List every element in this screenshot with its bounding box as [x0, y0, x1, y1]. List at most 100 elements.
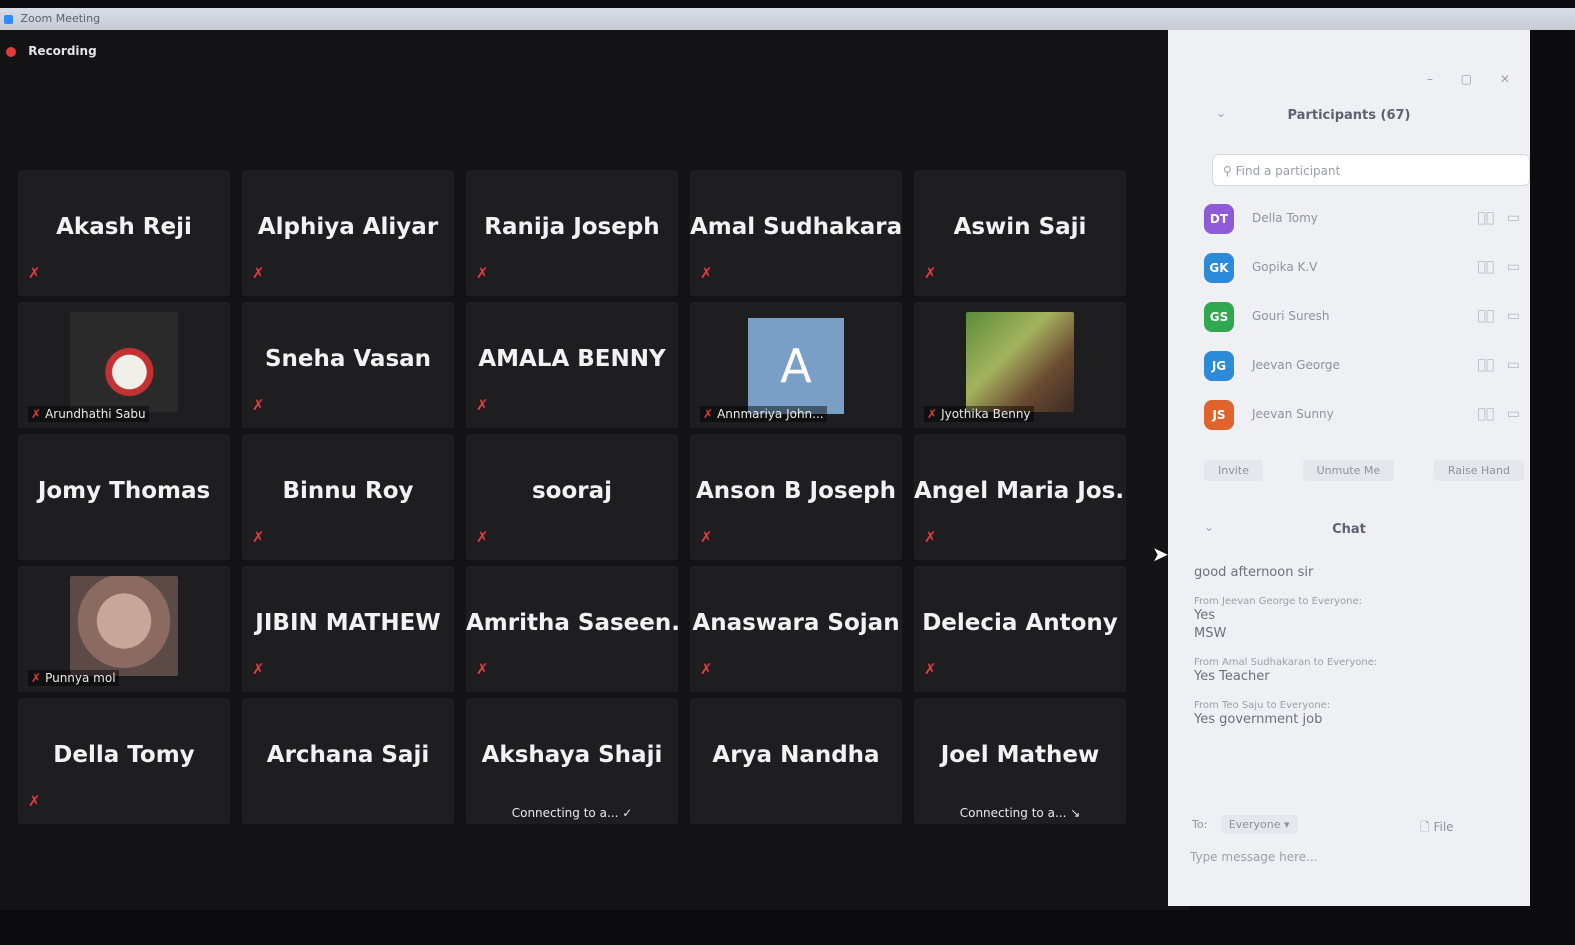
- participant-list: DT Della Tomy 🎙⃠ ▭ GK Gopika K.V 🎙⃠ ▭ GS Gouri …: [1204, 198, 1524, 443]
- video-tile[interactable]: ✗ Jyothika Benny: [914, 302, 1126, 428]
- participant-name: Arya Nandha: [712, 742, 880, 768]
- chat-message-input[interactable]: Type message here...: [1190, 850, 1318, 864]
- recording-indicator[interactable]: Recording: [6, 44, 97, 58]
- window-controls[interactable]: – ▢ ✕: [1427, 72, 1522, 86]
- participant-list-name: Jeevan Sunny: [1252, 407, 1334, 421]
- video-tile[interactable]: Jomy Thomas: [18, 434, 230, 560]
- video-tile[interactable]: Arya Nandha: [690, 698, 902, 824]
- video-tile[interactable]: Amal Sudhakaran ✗: [690, 170, 902, 296]
- participant-label: ✗ Annmariya John...: [700, 406, 827, 422]
- video-tile[interactable]: Delecia Antony ✗: [914, 566, 1126, 692]
- mouse-cursor-icon: ➤: [1152, 542, 1169, 566]
- gallery-grid: Akash Reji ✗ Alphiya Aliyar ✗ Ranija Joseph ✗…: [18, 170, 1126, 824]
- participant-avatar: DT: [1204, 204, 1234, 234]
- participant-label-text: Arundhathi Sabu: [45, 407, 146, 421]
- participant-name: Alphiya Aliyar: [257, 214, 439, 240]
- mic-muted-icon: ✗: [476, 396, 489, 414]
- mic-muted-icon: ✗: [28, 264, 41, 282]
- participant-name: Sneha Vasan: [264, 346, 432, 372]
- participant-avatar: A: [748, 318, 844, 414]
- video-tile[interactable]: A ✗ Annmariya John...: [690, 302, 902, 428]
- chat-message: Yes Teacher: [1194, 669, 1270, 684]
- window-title: Zoom Meeting: [20, 12, 101, 25]
- video-tile[interactable]: Joel Mathew Connecting to a... ↘: [914, 698, 1126, 824]
- mic-muted-icon: ✗: [703, 407, 714, 421]
- mic-muted-icon: ✗: [700, 660, 713, 678]
- file-label: File: [1433, 820, 1454, 834]
- participant-list-name: Jeevan George: [1252, 358, 1340, 372]
- side-panel: – ▢ ✕ ⌄ Participants (67) ⚲ Find a parti…: [1168, 30, 1530, 906]
- record-dot-icon: [6, 46, 16, 57]
- participant-name: Aswin Saji: [953, 214, 1087, 240]
- connecting-status: Connecting to a... ✓: [511, 806, 633, 820]
- participant-row[interactable]: DT Della Tomy 🎙⃠ ▭: [1204, 198, 1524, 247]
- participant-label-text: Annmariya John...: [717, 407, 824, 421]
- mic-muted-icon: ✗: [924, 660, 937, 678]
- participant-search-input[interactable]: ⚲ Find a participant: [1212, 154, 1530, 186]
- to-label: To:: [1192, 818, 1208, 831]
- video-tile[interactable]: ✗ Arundhathi Sabu: [18, 302, 230, 428]
- recipient-dropdown[interactable]: Everyone ▾: [1220, 815, 1298, 834]
- mic-muted-icon: ✗: [31, 671, 42, 685]
- mic-muted-icon: ✗: [700, 264, 713, 282]
- video-tile[interactable]: Ranija Joseph ✗: [466, 170, 678, 296]
- chat-title: Chat: [1332, 522, 1366, 537]
- mic-muted-icon: ✗: [700, 528, 713, 546]
- mic-muted-icon: ✗: [28, 792, 41, 810]
- raise-hand-button[interactable]: Raise Hand: [1433, 460, 1524, 481]
- search-icon: ⚲: [1223, 164, 1236, 178]
- mic-muted-icon: ✗: [924, 264, 937, 282]
- video-tile[interactable]: Anaswara Sojan ✗: [690, 566, 902, 692]
- participant-name: Akash Reji: [56, 214, 192, 240]
- video-tile[interactable]: sooraj ✗: [466, 434, 678, 560]
- video-tile[interactable]: AMALA BENNY ✗: [466, 302, 678, 428]
- participant-row[interactable]: GS Gouri Suresh 🎙⃠ ▭: [1204, 296, 1524, 345]
- recording-label: Recording: [28, 44, 97, 58]
- mic-muted-icon: ✗: [31, 407, 42, 421]
- mic-video-off-icon: 🎙⃠ ▭: [1477, 259, 1524, 275]
- file-icon: 🗋: [1420, 820, 1434, 834]
- participants-title: Participants (67): [1287, 108, 1411, 123]
- video-tile[interactable]: Alphiya Aliyar ✗: [242, 170, 454, 296]
- participant-avatar: JG: [1204, 351, 1234, 381]
- participant-row[interactable]: JG Jeevan George 🎙⃠ ▭: [1204, 345, 1524, 394]
- mic-muted-icon: ✗: [476, 528, 489, 546]
- mic-video-off-icon: 🎙⃠ ▭: [1477, 210, 1524, 226]
- participant-name: Delecia Antony: [922, 610, 1118, 636]
- mic-muted-icon: ✗: [252, 528, 265, 546]
- video-tile[interactable]: Sneha Vasan ✗: [242, 302, 454, 428]
- video-tile[interactable]: ✗ Punnya mol: [18, 566, 230, 692]
- unmute-me-button[interactable]: Unmute Me: [1302, 460, 1395, 481]
- mic-video-off-icon: 🎙⃠ ▭: [1477, 357, 1524, 373]
- mic-muted-icon: ✗: [476, 264, 489, 282]
- participant-avatar: JS: [1204, 400, 1234, 430]
- mic-muted-icon: ✗: [252, 660, 265, 678]
- participant-name: Akshaya Shaji: [481, 742, 663, 768]
- video-tile[interactable]: Della Tomy ✗: [18, 698, 230, 824]
- video-tile[interactable]: Anson B Joseph ✗: [690, 434, 902, 560]
- mic-muted-icon: ✗: [927, 407, 938, 421]
- video-tile[interactable]: Archana Saji: [242, 698, 454, 824]
- chat-message: good afternoon sir: [1194, 565, 1314, 580]
- video-tile[interactable]: Akshaya Shaji Connecting to a... ✓: [466, 698, 678, 824]
- file-button[interactable]: 🗋 File: [1420, 818, 1454, 839]
- video-tile[interactable]: Binnu Roy ✗: [242, 434, 454, 560]
- video-tile[interactable]: Angel Maria Jos... ✗: [914, 434, 1126, 560]
- video-tile[interactable]: Akash Reji ✗: [18, 170, 230, 296]
- mic-video-off-icon: 🎙⃠ ▭: [1477, 406, 1524, 422]
- participant-row[interactable]: GK Gopika K.V 🎙⃠ ▭: [1204, 247, 1524, 296]
- invite-button[interactable]: Invite: [1204, 460, 1263, 481]
- search-placeholder: Find a participant: [1235, 164, 1341, 178]
- participant-video: [966, 312, 1074, 412]
- participant-name: Amritha Saseen...: [466, 610, 678, 636]
- participant-list-name: Della Tomy: [1252, 211, 1318, 225]
- video-tile[interactable]: JIBIN MATHEW ✗: [242, 566, 454, 692]
- participant-row[interactable]: JS Jeevan Sunny 🎙⃠ ▭: [1204, 394, 1524, 443]
- chat-sender: From Amal Sudhakaran to Everyone:: [1194, 657, 1378, 668]
- video-tile[interactable]: Amritha Saseen... ✗: [466, 566, 678, 692]
- video-tile[interactable]: Aswin Saji ✗: [914, 170, 1126, 296]
- participant-name: Angel Maria Jos...: [914, 478, 1126, 504]
- mic-muted-icon: ✗: [252, 264, 265, 282]
- participant-name: AMALA BENNY: [478, 346, 666, 372]
- participant-name: JIBIN MATHEW: [255, 610, 441, 636]
